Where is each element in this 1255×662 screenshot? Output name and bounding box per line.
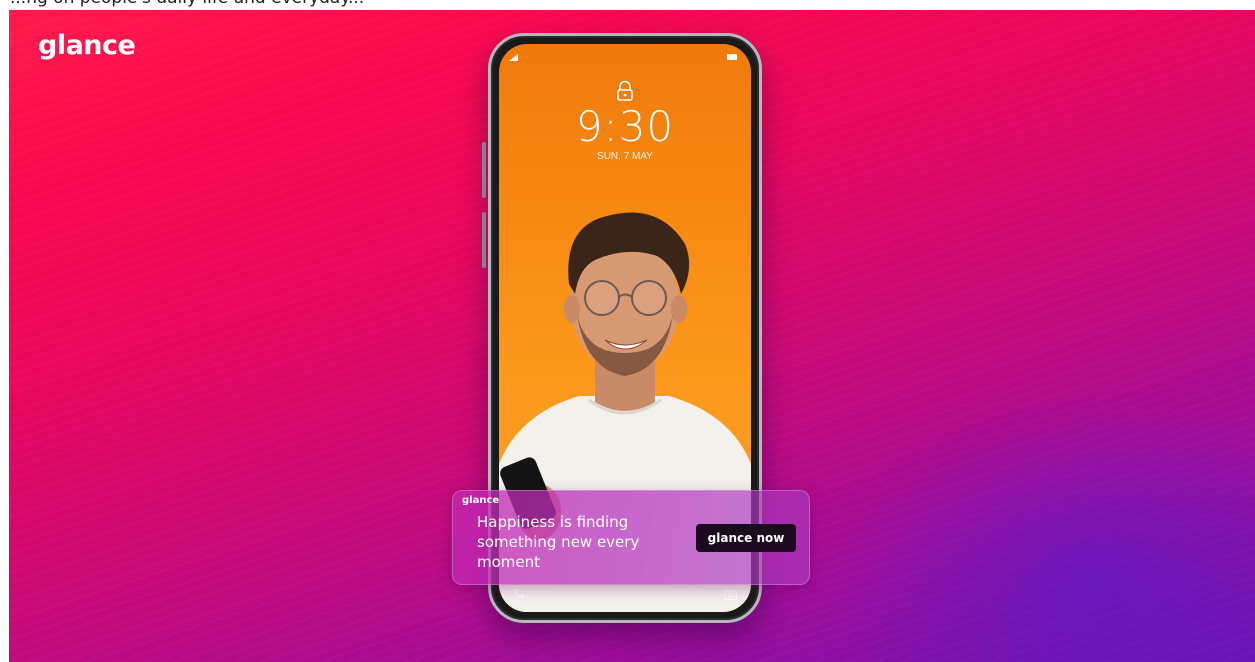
camera-icon[interactable]	[724, 589, 737, 600]
glance-now-button[interactable]: glance now	[696, 524, 796, 552]
notification-glance-logo: glance	[462, 495, 500, 506]
glance-notification[interactable]: glance Happiness is finding something ne…	[452, 490, 810, 585]
phone-volume-up-button	[482, 142, 486, 198]
notification-message: Happiness is finding something new every…	[477, 513, 640, 571]
lock-icon	[617, 80, 633, 101]
glance-logo: glance	[38, 30, 136, 61]
signal-icon	[509, 54, 518, 61]
lockscreen-time: 9:30	[575, 102, 675, 151]
lockscreen-date: SUN, 7 MAY	[597, 151, 653, 162]
phone-volume-down-button	[482, 212, 486, 268]
top-caption-strip: ...ng on people's daily life and everyda…	[0, 0, 1255, 10]
call-icon[interactable]	[513, 588, 525, 600]
battery-icon	[727, 54, 737, 60]
top-caption-text: ...ng on people's daily life and everyda…	[10, 0, 364, 8]
